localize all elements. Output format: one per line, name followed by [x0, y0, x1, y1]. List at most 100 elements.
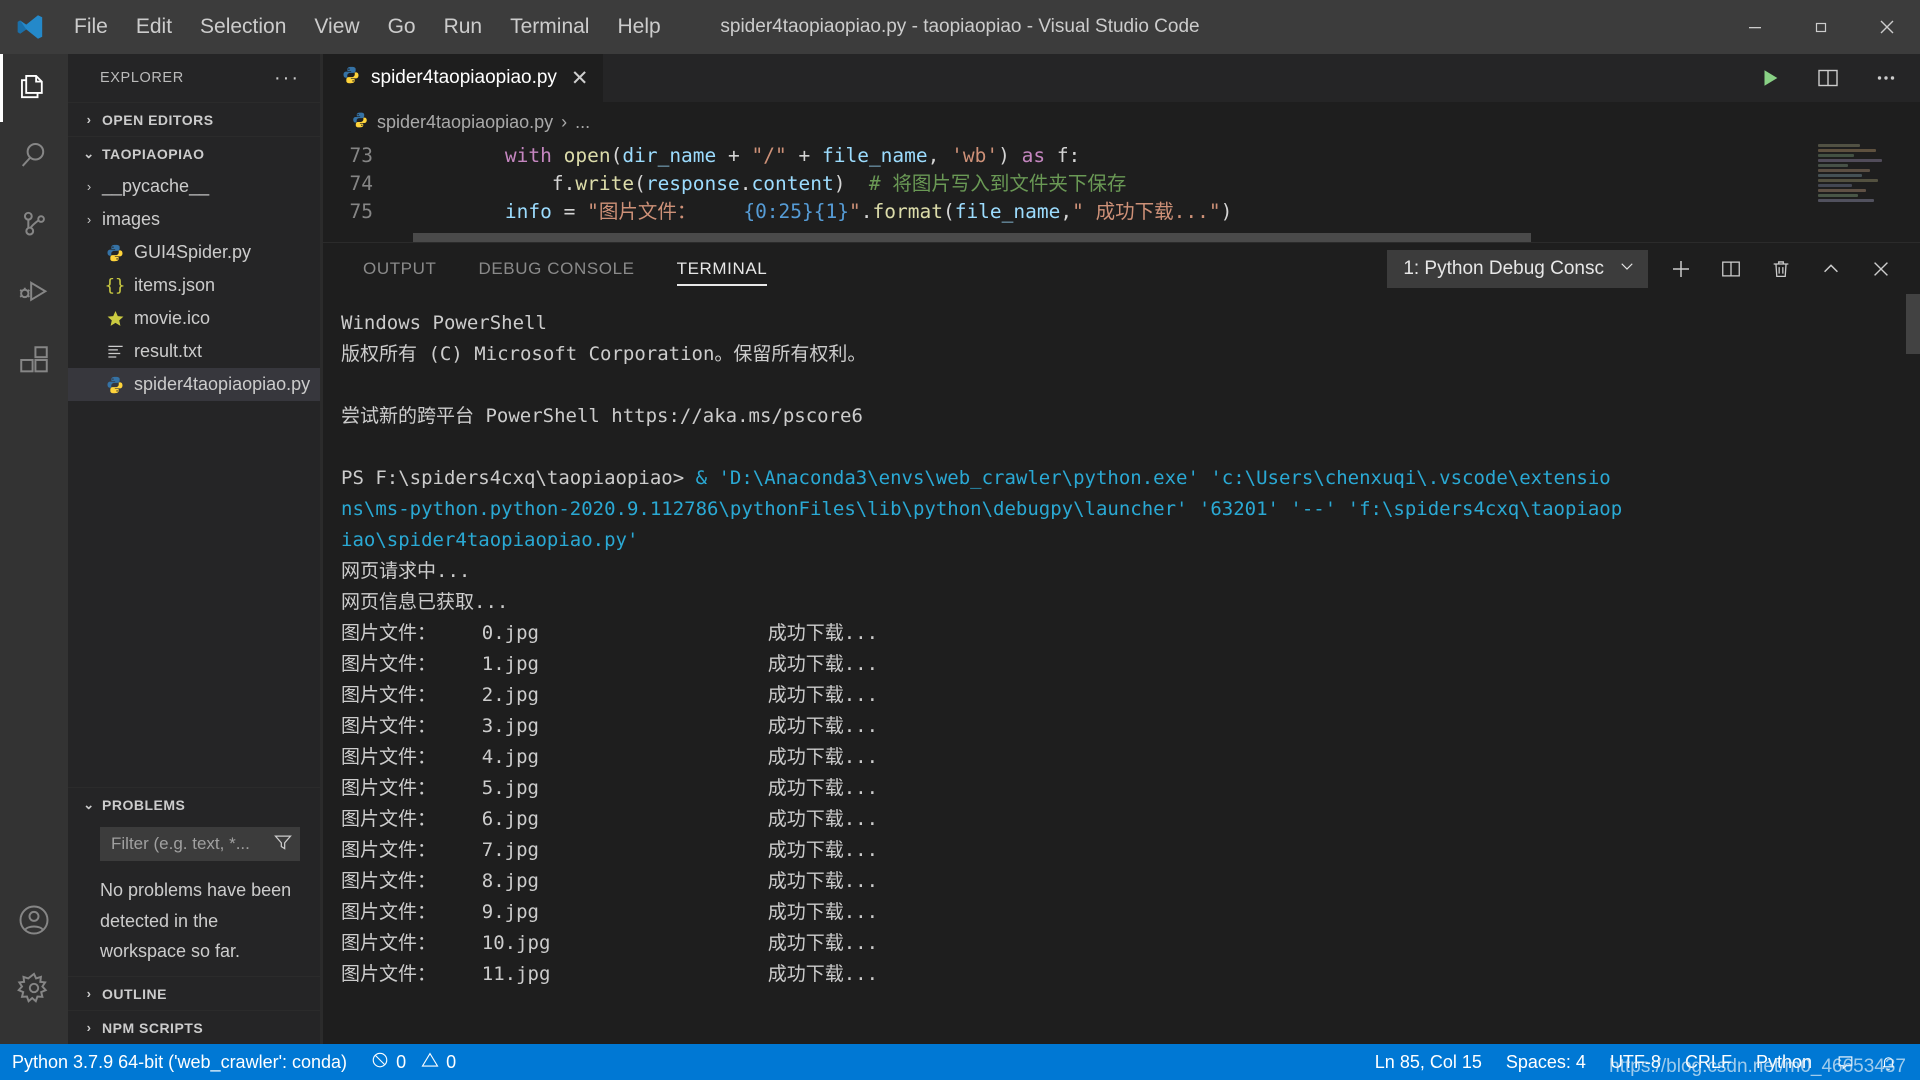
menu-edit[interactable]: Edit	[122, 0, 186, 54]
menu-selection[interactable]: Selection	[186, 0, 300, 54]
explorer-item-spider4taopiaopiao-py[interactable]: spider4taopiaopiao.py	[68, 368, 320, 401]
terminal-line: 网页请求中...	[341, 560, 471, 582]
terminal-line: iao\spider4taopiaopiao.py'	[341, 529, 639, 551]
code-token: "	[849, 200, 861, 223]
terminal-output[interactable]: Windows PowerShell 版权所有 (C) Microsoft Cor…	[323, 294, 1920, 1044]
code-token: with	[504, 144, 552, 167]
maximize-panel-icon[interactable]	[1814, 252, 1848, 286]
scrollbar-thumb[interactable]	[413, 233, 1531, 242]
explorer-item-result-txt[interactable]: result.txt	[68, 335, 320, 368]
activitybar-explorer-icon[interactable]	[0, 54, 68, 122]
activitybar-extensions-icon[interactable]	[0, 326, 68, 394]
sidebar-more-actions-icon[interactable]: ···	[274, 67, 300, 90]
explorer-item-images[interactable]: › images	[68, 203, 320, 236]
editor-horizontal-scrollbar[interactable]	[323, 233, 1920, 242]
section-folder-taopiaopiao[interactable]: ⌄ TAOPIAOPIAO	[68, 136, 320, 170]
status-indentation[interactable]: Spaces: 4	[1494, 1044, 1598, 1080]
menu-terminal[interactable]: Terminal	[496, 0, 603, 54]
panel-actions: 1: Python Debug Consc	[1387, 249, 1920, 288]
breadcrumb[interactable]: spider4taopiaopiao.py › ...	[323, 102, 1920, 142]
status-cursor-position[interactable]: Ln 85, Col 15	[1363, 1044, 1494, 1080]
explorer-item-movie-ico[interactable]: movie.ico	[68, 302, 320, 335]
explorer-item-items-json[interactable]: {} items.json	[68, 269, 320, 302]
maximize-button[interactable]	[1788, 0, 1854, 54]
code-token: )	[998, 144, 1022, 167]
filter-icon[interactable]	[273, 832, 293, 857]
code-token: (	[942, 200, 955, 223]
close-icon[interactable]: ✕	[571, 66, 589, 91]
chevron-right-icon: ›	[86, 112, 92, 127]
code-editor[interactable]: 73 with open(dir_name + "/" + file_name,…	[323, 142, 1920, 242]
code-token: (	[610, 144, 623, 167]
star-icon	[102, 309, 128, 328]
explorer-item-pycache[interactable]: › __pycache__	[68, 170, 320, 203]
vscode-logo-icon	[0, 0, 60, 54]
code-token: 'wb'	[951, 144, 999, 167]
code-token: +	[716, 144, 752, 167]
section-outline[interactable]: › OUTLINE	[68, 976, 320, 1010]
menu-go[interactable]: Go	[374, 0, 430, 54]
section-problems[interactable]: ⌄ PROBLEMS	[68, 787, 320, 821]
status-encoding[interactable]: UTF-8	[1598, 1044, 1673, 1080]
section-npm-scripts-label: NPM SCRIPTS	[102, 1019, 204, 1036]
menu-run[interactable]: Run	[430, 0, 497, 54]
tab-spider4taopiaopiao-py[interactable]: spider4taopiaopiao.py ✕	[323, 54, 604, 102]
more-actions-icon[interactable]	[1870, 62, 1902, 94]
tab-debug-console[interactable]: DEBUG CONSOLE	[478, 243, 634, 295]
scrollbar-thumb[interactable]	[1906, 294, 1920, 354]
activitybar-run-debug-icon[interactable]	[0, 258, 68, 326]
status-feedback-icon[interactable]	[1824, 1044, 1867, 1080]
activitybar-gear-icon[interactable]	[0, 954, 68, 1022]
menu-file[interactable]: File	[60, 0, 122, 54]
minimap[interactable]	[1812, 142, 1908, 242]
terminal-selector-dropdown[interactable]: 1: Python Debug Consc	[1387, 249, 1648, 288]
new-terminal-icon[interactable]	[1664, 252, 1698, 286]
split-editor-icon[interactable]	[1812, 62, 1844, 94]
status-python-interpreter[interactable]: Python 3.7.9 64-bit ('web_crawler': cond…	[0, 1044, 359, 1080]
minimize-button[interactable]	[1722, 0, 1788, 54]
close-button[interactable]	[1854, 0, 1920, 54]
bottom-panel: OUTPUT DEBUG CONSOLE TERMINAL 1: Python …	[323, 242, 1920, 1044]
status-problems[interactable]: 0 0	[359, 1044, 468, 1080]
chevron-down-icon: ⌄	[83, 145, 95, 161]
sidebar-explorer: EXPLORER ··· › OPEN EDITORS ⌄ TAOPIAOPIA…	[68, 54, 320, 1044]
terminal-line: 图片文件： 2.jpg 成功下载...	[341, 684, 879, 706]
section-open-editors[interactable]: › OPEN EDITORS	[68, 102, 320, 136]
menu-view[interactable]: View	[300, 0, 373, 54]
tab-terminal[interactable]: TERMINAL	[676, 243, 768, 295]
code-token: {0:25}{1}	[743, 200, 849, 223]
status-language-mode[interactable]: Python	[1744, 1044, 1824, 1080]
title-bar: File Edit Selection View Go Run Terminal…	[0, 0, 1920, 54]
breadcrumb-rest[interactable]: ...	[575, 112, 590, 133]
code-token: )	[1220, 200, 1233, 223]
activitybar-search-icon[interactable]	[0, 122, 68, 190]
split-terminal-icon[interactable]	[1714, 252, 1748, 286]
close-panel-icon[interactable]	[1864, 252, 1898, 286]
code-token: "/"	[751, 144, 787, 167]
explorer-item-label: movie.ico	[134, 308, 211, 328]
terminal-line: 尝试新的跨平台 PowerShell https://aka.ms/pscore…	[341, 405, 863, 427]
sidebar-title-label: EXPLORER	[100, 70, 184, 86]
window-controls	[1722, 0, 1920, 54]
python-icon	[341, 65, 361, 91]
problems-filter-input[interactable]: Filter (e.g. text, *...	[100, 827, 300, 862]
section-folder-label: TAOPIAOPIAO	[102, 145, 205, 162]
kill-terminal-trash-icon[interactable]	[1764, 252, 1798, 286]
chevron-right-icon: ›	[86, 212, 92, 227]
status-eol[interactable]: CRLF	[1673, 1044, 1744, 1080]
breadcrumb-file[interactable]: spider4taopiaopiao.py	[377, 112, 553, 133]
error-icon	[371, 1051, 389, 1074]
activitybar-source-control-icon[interactable]	[0, 190, 68, 258]
activitybar-account-icon[interactable]	[0, 886, 68, 954]
run-python-file-icon[interactable]	[1754, 62, 1786, 94]
section-npm-scripts[interactable]: › NPM SCRIPTS	[68, 1010, 320, 1044]
status-notifications-bell-icon[interactable]	[1867, 1044, 1910, 1080]
menu-help[interactable]: Help	[603, 0, 674, 54]
chevron-down-icon: ⌄	[83, 796, 95, 812]
terminal-lines: Windows PowerShell 版权所有 (C) Microsoft Cor…	[341, 308, 1920, 990]
explorer-item-gui4spider-py[interactable]: GUI4Spider.py	[68, 236, 320, 269]
tab-output[interactable]: OUTPUT	[363, 243, 436, 295]
terminal-prompt: PS F:\spiders4cxq\taopiaopiao>	[341, 467, 685, 489]
code-token: ,	[927, 144, 952, 167]
terminal-scrollbar[interactable]	[1906, 294, 1920, 1044]
